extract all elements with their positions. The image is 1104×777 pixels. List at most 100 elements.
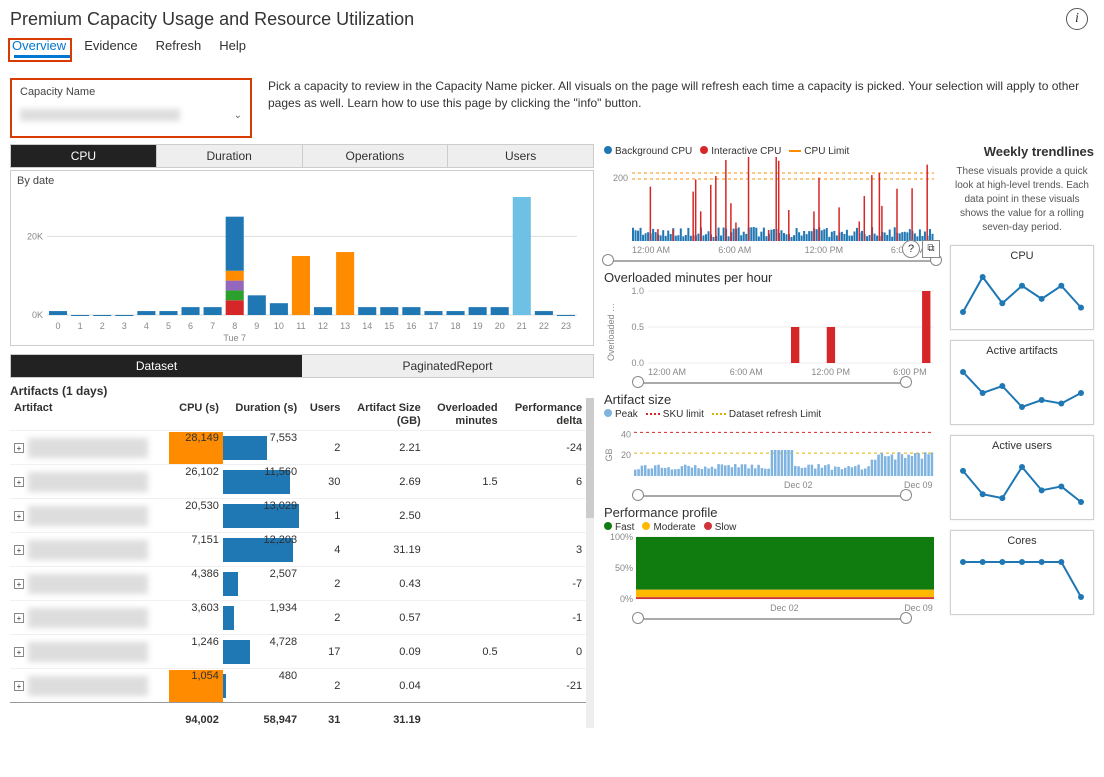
cpu-timeline-legend: Background CPU Interactive CPU CPU Limit [604, 146, 940, 157]
svg-text:GB: GB [604, 448, 614, 461]
svg-text:Dec 02: Dec 02 [770, 603, 799, 613]
svg-text:50%: 50% [615, 563, 633, 573]
metric-tab-operations[interactable]: Operations [303, 145, 449, 167]
col-5[interactable]: Overloadedminutes [425, 400, 502, 431]
weekly-card-cpu[interactable]: CPU [950, 245, 1094, 330]
table-row[interactable]: +1,2464,728170.090.50 [10, 635, 586, 669]
expand-icon[interactable]: + [14, 647, 24, 657]
svg-text:Overloaded …: Overloaded … [606, 303, 616, 361]
weekly-desc: These visuals provide a quick look at hi… [950, 165, 1094, 235]
svg-text:14: 14 [362, 321, 372, 331]
weekly-card-active-users[interactable]: Active users [950, 435, 1094, 520]
info-icon[interactable]: i [1066, 8, 1088, 30]
table-row[interactable]: +20,53013,02912.50 [10, 499, 586, 533]
weekly-card-active-artifacts[interactable]: Active artifacts [950, 340, 1094, 425]
table-row[interactable]: +26,10211,560302.691.56 [10, 465, 586, 499]
artifacts-header: Artifacts (1 days) [10, 384, 594, 398]
table-row[interactable]: +1,05448020.04-21 [10, 669, 586, 703]
weekly-card-cores[interactable]: Cores [950, 530, 1094, 615]
cpu-timeline-slider[interactable]: ? ⧉ [604, 260, 940, 262]
svg-text:8: 8 [232, 321, 237, 331]
svg-text:22: 22 [539, 321, 549, 331]
artifact-size-slider[interactable] [604, 495, 940, 497]
table-row[interactable]: +4,3862,50720.43-7 [10, 567, 586, 601]
col-1[interactable]: CPU (s) [169, 400, 223, 431]
svg-text:Dec 02: Dec 02 [784, 480, 813, 490]
svg-text:19: 19 [473, 321, 483, 331]
artifacts-scrollbar[interactable] [586, 398, 594, 728]
by-date-label: By date [17, 175, 587, 187]
expand-icon[interactable]: + [14, 443, 24, 453]
svg-text:6:00 AM: 6:00 AM [730, 367, 763, 377]
artifact-type-segmented[interactable]: DatasetPaginatedReport [10, 354, 594, 378]
svg-text:18: 18 [451, 321, 461, 331]
nav-tab-help[interactable]: Help [217, 34, 248, 57]
expand-icon[interactable]: + [14, 477, 24, 487]
metric-tab-duration[interactable]: Duration [157, 145, 303, 167]
expand-icon[interactable]: + [14, 681, 24, 691]
nav-tab-evidence[interactable]: Evidence [82, 34, 139, 57]
help-text: Pick a capacity to review in the Capacit… [268, 78, 1094, 113]
expand-icon[interactable]: + [14, 613, 24, 623]
svg-text:15: 15 [384, 321, 394, 331]
svg-text:Tue 7: Tue 7 [223, 333, 246, 343]
svg-text:40: 40 [621, 429, 631, 439]
expand-icon[interactable]: + [14, 545, 24, 555]
table-row[interactable]: +28,1497,55322.21-24 [10, 431, 586, 465]
artifact-tab-paginatedreport[interactable]: PaginatedReport [302, 355, 593, 377]
cpu-timeline-chart[interactable]: 20012:00 AM6:00 AM12:00 PM6:00 PM [604, 157, 940, 255]
svg-text:9: 9 [254, 321, 259, 331]
table-row[interactable]: +7,15112,203431.193 [10, 533, 586, 567]
nav-tab-overview[interactable]: Overview [10, 34, 68, 57]
svg-text:11: 11 [296, 321, 305, 331]
capacity-name-select[interactable]: ⌄ [20, 104, 242, 126]
nav-tab-refresh[interactable]: Refresh [154, 34, 204, 57]
svg-text:20K: 20K [27, 231, 43, 241]
svg-text:20: 20 [621, 450, 631, 460]
artifact-size-chart[interactable]: GB2040Dec 02Dec 09 [604, 420, 940, 490]
svg-text:12:00 PM: 12:00 PM [811, 367, 850, 377]
col-0[interactable]: Artifact [10, 400, 169, 431]
table-row[interactable]: +3,6031,93420.57-1 [10, 601, 586, 635]
svg-text:200: 200 [613, 173, 628, 183]
perf-profile-legend: Fast Moderate Slow [604, 522, 940, 533]
svg-text:Dec 09: Dec 09 [904, 603, 933, 613]
svg-text:13: 13 [340, 321, 350, 331]
svg-text:4: 4 [144, 321, 149, 331]
perf-profile-chart[interactable]: 0%50%100%Dec 02Dec 09 [604, 533, 940, 613]
col-6[interactable]: Performancedelta [502, 400, 587, 431]
overloaded-title: Overloaded minutes per hour [604, 270, 940, 285]
svg-text:12:00 AM: 12:00 AM [632, 245, 670, 255]
capacity-name-label: Capacity Name [20, 86, 242, 98]
cpu-by-date-chart[interactable]: 0K20K01234567891011121314151617181920212… [17, 187, 587, 343]
svg-text:2: 2 [100, 321, 105, 331]
metric-segmented[interactable]: CPUDurationOperationsUsers [10, 144, 594, 168]
svg-text:7: 7 [210, 321, 215, 331]
overloaded-chart[interactable]: Overloaded …0.00.51.012:00 AM6:00 AM12:0… [604, 287, 940, 377]
col-4[interactable]: Artifact Size(GB) [344, 400, 424, 431]
metric-tab-cpu[interactable]: CPU [11, 145, 157, 167]
capacity-name-picker[interactable]: Capacity Name ⌄ [10, 78, 252, 138]
svg-text:0%: 0% [620, 594, 633, 604]
col-2[interactable]: Duration (s) [223, 400, 301, 431]
artifact-size-legend: Peak SKU limit Dataset refresh Limit [604, 409, 940, 420]
expand-icon[interactable]: + [14, 511, 24, 521]
artifacts-table[interactable]: ArtifactCPU (s)Duration (s)UsersArtifact… [10, 400, 586, 737]
help-icon[interactable]: ? [902, 240, 920, 258]
weekly-title: Weekly trendlines [950, 144, 1094, 159]
svg-text:12:00 PM: 12:00 PM [805, 245, 844, 255]
svg-text:17: 17 [428, 321, 438, 331]
artifact-tab-dataset[interactable]: Dataset [11, 355, 302, 377]
overloaded-slider[interactable] [604, 382, 940, 384]
perf-profile-slider[interactable] [604, 618, 940, 620]
copy-icon[interactable]: ⧉ [922, 240, 940, 258]
svg-text:0: 0 [56, 321, 61, 331]
expand-icon[interactable]: + [14, 579, 24, 589]
col-3[interactable]: Users [301, 400, 344, 431]
svg-text:1.0: 1.0 [631, 287, 644, 296]
svg-text:6: 6 [188, 321, 193, 331]
nav-tabs: Overview Evidence Refresh Help [10, 34, 1094, 57]
svg-text:3: 3 [122, 321, 127, 331]
artifact-size-title: Artifact size [604, 392, 940, 407]
metric-tab-users[interactable]: Users [448, 145, 593, 167]
